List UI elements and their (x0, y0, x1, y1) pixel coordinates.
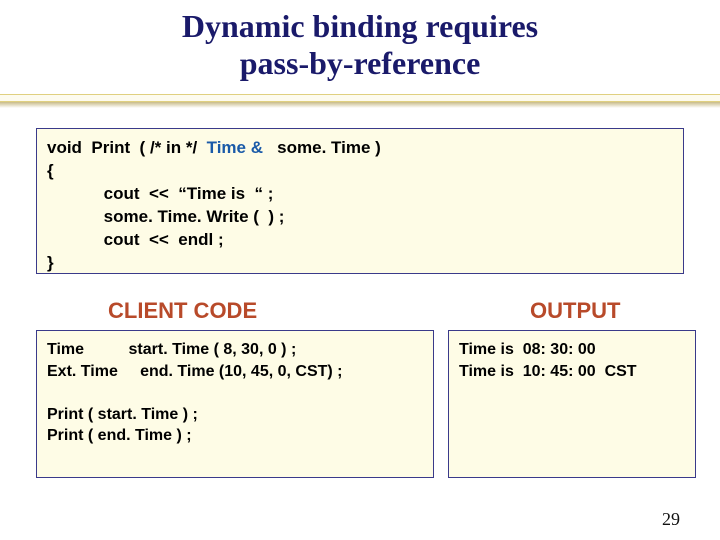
slide-title: Dynamic binding requires pass-by-referen… (0, 0, 720, 82)
page-number: 29 (662, 509, 680, 530)
underline-shadow (0, 102, 720, 108)
client-l1: Time start. Time ( 8, 30, 0 ) ; (47, 341, 296, 358)
code-l3: cout << “Time is “ ; (47, 184, 273, 203)
title-line-2: pass-by-reference (0, 45, 720, 82)
code-l6: } (47, 253, 54, 272)
output-box: Time is 08: 30: 00 Time is 10: 45: 00 CS… (448, 330, 696, 478)
title-line-1: Dynamic binding requires (0, 8, 720, 45)
client-l5: Print ( end. Time ) ; (47, 427, 192, 444)
client-l4: Print ( start. Time ) ; (47, 406, 198, 423)
code-box: void Print ( /* in */ Time & some. Time … (36, 128, 684, 274)
code-l1b: some. Time ) (263, 138, 381, 157)
output-label: OUTPUT (530, 298, 620, 324)
client-code-label: CLIENT CODE (108, 298, 257, 324)
code-l2: { (47, 161, 54, 180)
code-l1a: void Print ( /* in */ (47, 138, 207, 157)
client-code-box: Time start. Time ( 8, 30, 0 ) ; Ext. Tim… (36, 330, 434, 478)
code-l5: cout << endl ; (47, 230, 224, 249)
output-l1: Time is 08: 30: 00 (459, 341, 596, 358)
code-l4: some. Time. Write ( ) ; (47, 207, 284, 226)
underline-bar (0, 94, 720, 102)
client-l2: Ext. Time end. Time (10, 45, 0, CST) ; (47, 363, 343, 380)
code-l1-highlight: Time & (207, 138, 263, 157)
output-l2: Time is 10: 45: 00 CST (459, 363, 637, 380)
title-underline (0, 94, 720, 112)
